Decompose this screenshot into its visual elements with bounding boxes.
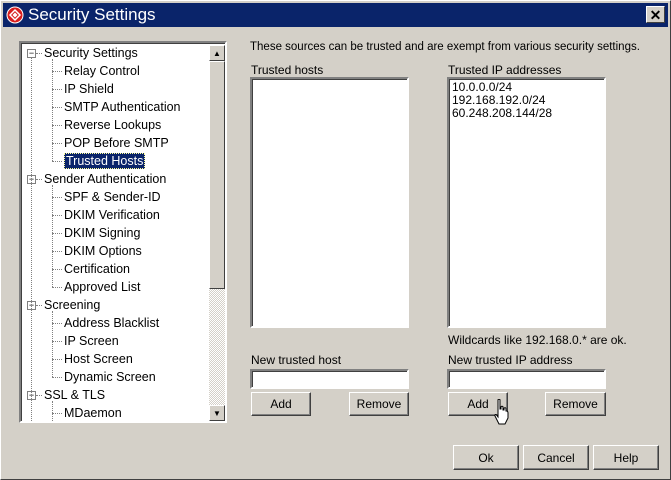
- tree-connector: [52, 269, 62, 270]
- wildcard-note: Wildcards like 192.168.0.* are ok.: [448, 333, 627, 347]
- tree-item-label: Certification: [64, 262, 130, 276]
- tree-item-address-blacklist[interactable]: Address Blacklist: [64, 315, 159, 331]
- tree-connector: [52, 401, 53, 421]
- tree-item-label: DKIM Verification: [64, 208, 160, 222]
- shield-app-icon: [6, 6, 24, 24]
- tree-item-ip-shield[interactable]: IP Shield: [64, 81, 114, 97]
- tree-scrollbar[interactable]: ▲ ▼: [209, 45, 225, 421]
- tree-connector: [36, 179, 42, 180]
- help-button[interactable]: Help: [593, 445, 659, 470]
- tree-item-label: Trusted Hosts: [64, 153, 146, 169]
- tree-item-label: SSL & TLS: [44, 388, 106, 402]
- new-trusted-ip-input[interactable]: [447, 369, 606, 389]
- tree-connector: [52, 311, 53, 377]
- tree-item-smtp-authentication[interactable]: SMTP Authentication: [64, 99, 181, 115]
- security-settings-window: Security Settings ✕ − Security Settings Re…: [0, 0, 671, 480]
- tree-item-trusted-hosts[interactable]: Trusted Hosts: [64, 153, 146, 169]
- tree-item-label: IP Shield: [64, 82, 114, 96]
- ok-button[interactable]: Ok: [453, 445, 519, 470]
- tree-connector: [36, 53, 42, 54]
- tree-connector: [52, 107, 62, 108]
- tree-connector: [52, 215, 62, 216]
- trusted-ip-list[interactable]: 10.0.0.0/24 192.168.192.0/24 60.248.208.14…: [447, 77, 606, 328]
- scroll-thumb[interactable]: [209, 61, 225, 289]
- tree-connector: [52, 341, 62, 342]
- new-trusted-ip-label: New trusted IP address: [448, 353, 573, 367]
- remove-ip-button[interactable]: Remove: [545, 392, 606, 416]
- tree-item-mdaemon[interactable]: MDaemon: [64, 405, 122, 421]
- tree-item-label: POP Before SMTP: [64, 136, 169, 150]
- tree-item-sender-authentication[interactable]: Sender Authentication: [44, 171, 166, 187]
- scroll-up-icon: ▲: [213, 48, 221, 58]
- tree-item-reverse-lookups[interactable]: Reverse Lookups: [64, 117, 161, 133]
- tree-connector: [52, 143, 62, 144]
- tree-item-label: IP Screen: [64, 334, 119, 348]
- tree-connector: [52, 89, 62, 90]
- description-text: These sources can be trusted and are exe…: [250, 41, 640, 53]
- tree-item-ssl-tls[interactable]: SSL & TLS: [44, 387, 105, 403]
- tree-item-label: Relay Control: [64, 64, 140, 78]
- tree-item-host-screen[interactable]: Host Screen: [64, 351, 133, 367]
- tree-item-label: DKIM Signing: [64, 226, 141, 240]
- scroll-down-icon: ▼: [213, 408, 221, 418]
- tree-item-dkim-signing[interactable]: DKIM Signing: [64, 225, 140, 241]
- tree-item-label: DKIM Options: [64, 244, 142, 258]
- tree-item-label: Sender Authentication: [44, 172, 167, 186]
- scroll-up-button[interactable]: ▲: [209, 45, 225, 61]
- scroll-down-button[interactable]: ▼: [209, 405, 225, 421]
- trusted-ip-label: Trusted IP addresses: [448, 63, 562, 77]
- add-host-button[interactable]: Add: [251, 392, 311, 416]
- tree-connector: [52, 161, 62, 162]
- collapse-icon[interactable]: −: [27, 49, 36, 58]
- tree-connector: [52, 59, 53, 161]
- tree-connector: [52, 413, 62, 414]
- tree-item-approved-list[interactable]: Approved List: [64, 279, 140, 295]
- new-trusted-host-input[interactable]: [250, 369, 409, 389]
- tree-connector: [52, 377, 62, 378]
- tree-connector: [52, 233, 62, 234]
- tree-connector: [31, 58, 32, 421]
- cancel-button[interactable]: Cancel: [523, 445, 589, 470]
- tree-item-label: MDaemon: [64, 406, 122, 420]
- tree-item-pop-before-smtp[interactable]: POP Before SMTP: [64, 135, 169, 151]
- tree-connector: [52, 197, 62, 198]
- tree-connector: [52, 323, 62, 324]
- trusted-hosts-label: Trusted hosts: [251, 63, 324, 77]
- settings-tree[interactable]: − Security Settings Relay Control IP Shield…: [19, 41, 227, 423]
- tree-connector: [52, 359, 62, 360]
- tree-item-label: Approved List: [64, 280, 141, 294]
- tree-item-label: Dynamic Screen: [64, 370, 156, 384]
- close-button[interactable]: ✕: [646, 6, 665, 23]
- trusted-hosts-list[interactable]: [250, 77, 409, 328]
- tree-item-label: SPF & Sender-ID: [64, 190, 161, 204]
- tree-item-label: Reverse Lookups: [64, 118, 162, 132]
- tree-item-security-settings[interactable]: Security Settings: [44, 45, 138, 61]
- tree-item-dynamic-screen[interactable]: Dynamic Screen: [64, 369, 156, 385]
- tree-item-spf-sender-id[interactable]: SPF & Sender-ID: [64, 189, 161, 205]
- remove-host-button[interactable]: Remove: [349, 392, 409, 416]
- tree-item-label: Security Settings: [44, 46, 138, 60]
- tree-item-label: Host Screen: [64, 352, 133, 366]
- tree-item-label: Address Blacklist: [64, 316, 160, 330]
- tree-connector: [52, 125, 62, 126]
- close-icon: ✕: [649, 6, 662, 23]
- window-title: Security Settings: [28, 5, 156, 24]
- tree-connector: [52, 287, 62, 288]
- tree-connector: [36, 395, 42, 396]
- tree-connector: [52, 185, 53, 287]
- tree-item-dkim-options[interactable]: DKIM Options: [64, 243, 142, 259]
- tree-item-relay-control[interactable]: Relay Control: [64, 63, 140, 79]
- ip-list-item[interactable]: 60.248.208.144/28: [452, 107, 552, 120]
- tree-connector: [52, 251, 62, 252]
- tree-item-label: SMTP Authentication: [64, 100, 181, 114]
- tree-item-label: Screening: [44, 298, 101, 312]
- tree-item-certification[interactable]: Certification: [64, 261, 130, 277]
- tree-item-ip-screen[interactable]: IP Screen: [64, 333, 119, 349]
- tree-connector: [52, 71, 62, 72]
- tree-item-dkim-verification[interactable]: DKIM Verification: [64, 207, 160, 223]
- tree-connector: [36, 305, 42, 306]
- title-bar[interactable]: Security Settings ✕: [3, 3, 668, 27]
- new-trusted-host-label: New trusted host: [251, 353, 342, 367]
- mouse-pointer-icon: [494, 399, 509, 425]
